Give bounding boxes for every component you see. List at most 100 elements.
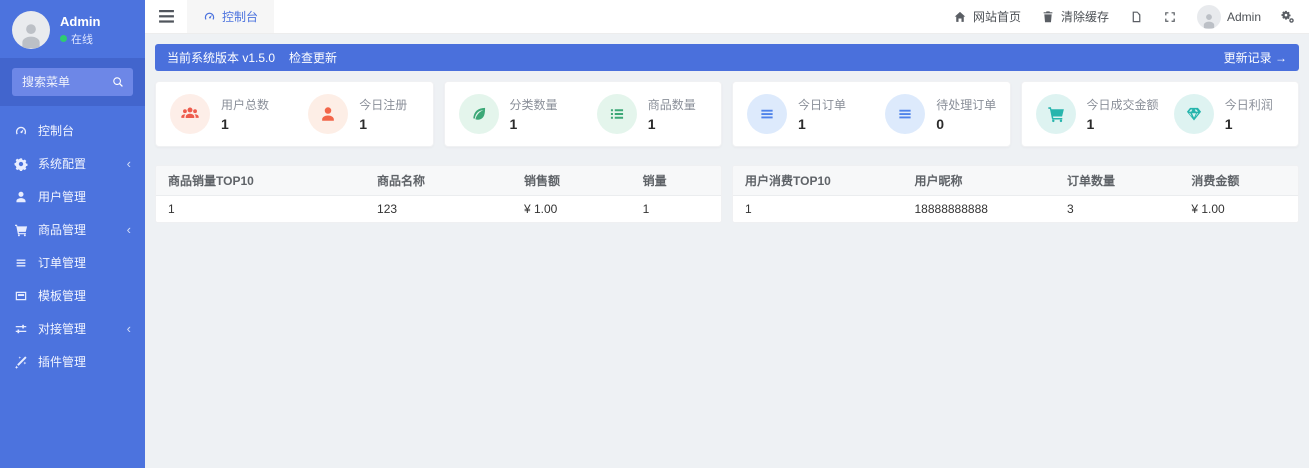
stat-value: 1 xyxy=(647,116,656,132)
sidebar-item-user-management[interactable]: 用户管理 xyxy=(0,180,145,213)
users-icon xyxy=(170,94,210,134)
sidebar-item-label: 插件管理 xyxy=(38,355,87,369)
update-log-link[interactable]: 更新记录 → xyxy=(1224,49,1287,66)
list-icon xyxy=(885,94,926,134)
sidebar-item-template-management[interactable]: 模板管理 xyxy=(0,279,145,312)
version-notice-bar: 当前系统版本 v1.5.0 检查更新 更新记录 → xyxy=(155,44,1299,71)
user-icon xyxy=(308,94,349,134)
stat-product-count: 商品数量 1 xyxy=(583,94,721,134)
fullscreen-button[interactable] xyxy=(1163,10,1177,24)
column-header: 用户消费TOP10 xyxy=(733,166,903,196)
user-avatar xyxy=(1196,4,1221,29)
stat-value: 1 xyxy=(1086,116,1095,132)
home-icon xyxy=(954,11,966,22)
leaf-icon xyxy=(458,94,499,134)
dashboard-icon xyxy=(15,126,27,134)
cart-icon xyxy=(1035,94,1076,134)
table-row: 1 18888888888 3 ¥ 1.00 xyxy=(733,195,1298,222)
sidebar-item-console[interactable]: 控制台 xyxy=(0,114,145,147)
user-icon xyxy=(16,191,26,202)
sidebar-item-plugin-management[interactable]: 插件管理 xyxy=(0,345,145,378)
site-home-label: 网站首页 xyxy=(972,10,1021,24)
product-sales-table: 商品销量TOP10 商品名称 销售额 销量 1 123 ¥ 1.00 1 xyxy=(155,165,722,223)
sidebar-user-block: Admin 在线 xyxy=(0,0,145,58)
stat-card-revenue: 今日成交金额 1 今日利润 1 xyxy=(1020,81,1299,147)
main-content: 当前系统版本 v1.5.0 检查更新 更新记录 → 用户总数 1 今日注册 1 … xyxy=(145,34,1309,468)
sidebar-search-strip xyxy=(0,58,145,106)
tables-row: 商品销量TOP10 商品名称 销售额 销量 1 123 ¥ 1.00 1 用户消… xyxy=(155,165,1299,223)
stat-today-profit: 今日利润 1 xyxy=(1160,94,1298,134)
list-icon xyxy=(747,94,787,134)
stat-pending-orders: 待处理订单 0 xyxy=(871,94,1009,134)
user-name: Admin xyxy=(60,13,101,29)
online-dot-icon xyxy=(60,35,67,42)
sidebar-toggle-button[interactable] xyxy=(145,0,187,33)
version-text: 当前系统版本 v1.5.0 xyxy=(167,51,276,65)
stat-today-orders: 今日订单 1 xyxy=(733,94,871,134)
stat-today-revenue: 今日成交金额 1 xyxy=(1022,94,1160,134)
stats-cards-row: 用户总数 1 今日注册 1 分类数量 1 商品数量 1 今日订单 1 待处理订单… xyxy=(155,81,1299,147)
stat-label: 待处理订单 xyxy=(936,98,997,112)
table-cell: 1 xyxy=(733,195,903,222)
user-menu-label: Admin xyxy=(1226,9,1261,24)
stat-total-users: 用户总数 1 xyxy=(156,94,294,134)
paste-button[interactable] xyxy=(1129,10,1143,24)
paste-icon xyxy=(1132,11,1141,22)
stat-value: 0 xyxy=(936,116,945,132)
site-home-link[interactable]: 网站首页 xyxy=(953,8,1021,25)
sidebar-item-system-config[interactable]: 系统配置 ‹ xyxy=(0,147,145,180)
stat-label: 今日注册 xyxy=(359,98,408,112)
stat-value: 1 xyxy=(359,116,368,132)
sidebar-item-order-management[interactable]: 订单管理 xyxy=(0,246,145,279)
table-cell: 1 xyxy=(156,195,366,222)
stat-label: 今日订单 xyxy=(798,98,847,112)
user-status-label: 在线 xyxy=(71,33,93,46)
column-header: 用户昵称 xyxy=(902,166,1056,196)
stat-category-count: 分类数量 1 xyxy=(445,94,583,134)
template-icon xyxy=(15,291,27,300)
check-update-link[interactable]: 检查更新 xyxy=(289,49,337,66)
tab-console[interactable]: 控制台 xyxy=(187,0,275,33)
stat-value: 1 xyxy=(509,116,518,132)
table-header-row: 商品销量TOP10 商品名称 销售额 销量 xyxy=(156,166,721,196)
gear-icon xyxy=(14,157,28,171)
stat-card-users: 用户总数 1 今日注册 1 xyxy=(155,81,434,147)
table-cell: ¥ 1.00 xyxy=(511,195,631,222)
stat-label: 用户总数 xyxy=(221,98,270,112)
settings-button[interactable] xyxy=(1281,10,1295,24)
topbar: 控制台 网站首页 清除缓存 Admin xyxy=(145,0,1309,34)
sidebar-item-label: 对接管理 xyxy=(38,322,87,336)
stat-label: 今日利润 xyxy=(1224,98,1273,112)
fullscreen-icon xyxy=(1165,11,1175,22)
sidebar-item-label: 控制台 xyxy=(38,124,75,138)
stat-today-registered: 今日注册 1 xyxy=(294,94,432,134)
column-header: 销售额 xyxy=(511,166,631,196)
column-header: 订单数量 xyxy=(1055,166,1180,196)
tab-label: 控制台 xyxy=(222,10,259,24)
user-menu[interactable]: Admin xyxy=(1196,4,1261,29)
table-cell: 3 xyxy=(1055,195,1180,222)
clear-cache-link[interactable]: 清除缓存 xyxy=(1041,8,1109,25)
table-cell: 1 xyxy=(630,195,721,222)
sidebar-item-label: 订单管理 xyxy=(38,256,87,270)
sidebar: Admin 在线 控制台 系统配置 ‹ 用户管理 xyxy=(0,0,145,468)
bullet-list-icon xyxy=(596,94,637,134)
sidebar-item-label: 用户管理 xyxy=(38,190,87,204)
table-cell: 123 xyxy=(365,195,512,222)
list-icon xyxy=(16,259,26,266)
stat-value: 1 xyxy=(798,116,806,132)
topbar-right: 网站首页 清除缓存 Admin xyxy=(953,0,1309,33)
stat-card-orders: 今日订单 1 待处理订单 0 xyxy=(732,81,1011,147)
sidebar-item-api-management[interactable]: 对接管理 ‹ xyxy=(0,312,145,345)
column-header: 商品名称 xyxy=(365,166,512,196)
user-avatar xyxy=(12,11,50,49)
sidebar-item-label: 商品管理 xyxy=(38,223,87,237)
stat-value: 1 xyxy=(221,116,229,132)
sidebar-item-product-management[interactable]: 商品管理 ‹ xyxy=(0,213,145,246)
wand-icon xyxy=(14,355,27,369)
chevron-left-icon: ‹ xyxy=(126,321,131,336)
stat-card-catalog: 分类数量 1 商品数量 1 xyxy=(443,81,722,147)
stat-label: 分类数量 xyxy=(509,98,558,112)
person-icon xyxy=(22,24,40,49)
column-header: 商品销量TOP10 xyxy=(156,166,366,196)
